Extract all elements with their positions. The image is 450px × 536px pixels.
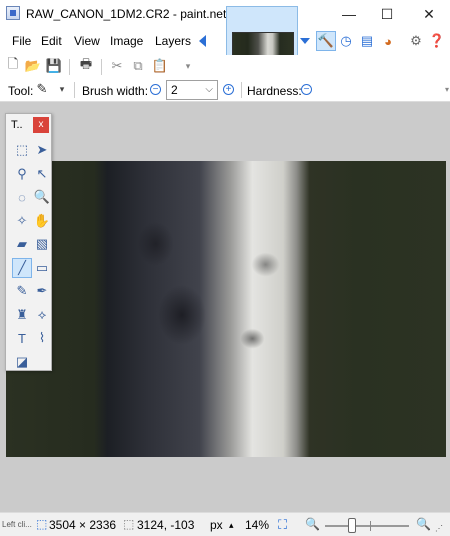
gradient-tool-icon[interactable]: ▧: [32, 234, 52, 254]
menu-image[interactable]: Image: [110, 34, 143, 48]
paint-net-app-icon: [6, 6, 20, 20]
menu-layers[interactable]: Layers: [155, 34, 191, 48]
cursor-position-text: 3124, -103: [137, 518, 195, 532]
help-icon[interactable]: ❓: [427, 31, 447, 51]
image-size-text: 3504 × 2336: [49, 518, 117, 532]
main-toolbar: 🗋 📂 💾 🖶 ✂ ⧉ 📋 ▾: [0, 55, 450, 79]
brush-width-label: Brush width:: [82, 84, 149, 98]
brush-width-increase-icon[interactable]: +: [223, 84, 234, 95]
hardness-decrease-icon[interactable]: −: [301, 84, 312, 95]
toolbar-separator: [241, 82, 242, 98]
eraser-tool-icon[interactable]: ▭: [32, 258, 52, 278]
brush-width-decrease-icon[interactable]: −: [150, 84, 161, 95]
image-canvas[interactable]: [6, 161, 446, 457]
rectangle-select-tool-icon[interactable]: ⬚: [12, 140, 32, 160]
image-list-dropdown-icon[interactable]: [300, 38, 310, 44]
menu-view[interactable]: View: [74, 34, 100, 48]
text-tool-icon[interactable]: T: [12, 328, 32, 348]
tools-window-title: T..: [11, 119, 23, 131]
title-bar: RAW_CANON_1DM2.CR2 - paint.net 4.1 — ☐ ✕: [0, 0, 450, 28]
image-size-icon: ⬚: [36, 517, 48, 531]
window-title: RAW_CANON_1DM2.CR2 - paint.net 4.1: [26, 7, 247, 21]
zoom-slider-tick: [370, 521, 371, 531]
tool-label: Tool:: [8, 84, 34, 98]
tool-dropdown-chevron-icon[interactable]: ▾: [53, 80, 71, 98]
toolbar-separator: [101, 59, 102, 75]
history-window-toggle-icon[interactable]: ◷: [336, 31, 356, 51]
menu-file[interactable]: File: [12, 34, 31, 48]
new-file-icon[interactable]: 🗋: [4, 56, 22, 75]
open-file-icon[interactable]: 📂: [24, 57, 42, 75]
minimize-button[interactable]: —: [332, 0, 366, 28]
pan-tool-icon[interactable]: ✋: [32, 211, 52, 231]
line-curve-tool-icon[interactable]: ⌇: [32, 328, 52, 348]
recolor-tool-icon[interactable]: ⟡: [32, 305, 52, 325]
image-list-scroll-left-icon[interactable]: [199, 35, 206, 47]
close-button[interactable]: ✕: [412, 0, 446, 28]
cursor-position-icon: ⬚: [123, 517, 135, 531]
maximize-button[interactable]: ☐: [370, 0, 404, 28]
brush-width-select[interactable]: 2 ⌵: [166, 80, 218, 100]
move-selected-tool-icon[interactable]: ↖: [32, 164, 52, 184]
ellipse-select-tool-icon[interactable]: ◌: [12, 187, 32, 207]
chevron-down-icon: ⌵: [205, 84, 213, 95]
layers-window-toggle-icon[interactable]: ▤: [357, 31, 377, 51]
brush-width-value: 2: [171, 83, 178, 97]
tools-window: T.. x ⬚ ➤ ⚲ ↖ ◌ 🔍 ✧ ✋ ▰ ▧ ╱ ▭ ✎ ✒ ♜ ⟡ T ⌇ ◪: [5, 113, 52, 371]
options-overflow-chevron-icon[interactable]: ▾: [438, 80, 450, 98]
zoom-level-text[interactable]: 14%: [245, 518, 269, 532]
copy-icon[interactable]: ⧉: [129, 57, 147, 75]
units-dropdown-icon[interactable]: ▴: [229, 520, 234, 531]
menu-edit[interactable]: Edit: [41, 34, 62, 48]
pencil-tool-icon[interactable]: ✎: [12, 281, 32, 301]
paste-icon[interactable]: 📋: [151, 57, 169, 75]
status-bar: Left cli... ⬚ 3504 × 2336 ⬚ 3124, -103 p…: [0, 512, 450, 536]
zoom-in-icon[interactable]: 🔍: [416, 517, 431, 531]
status-hint: Left cli...: [2, 520, 32, 529]
tools-window-toggle-icon[interactable]: 🔨: [316, 31, 336, 51]
zoom-slider-thumb[interactable]: [348, 518, 356, 533]
save-file-icon[interactable]: 💾: [45, 57, 63, 75]
toolbar-separator: [74, 82, 75, 98]
lasso-select-tool-icon[interactable]: ⚲: [12, 164, 32, 184]
paintbrush-tool-icon[interactable]: ╱: [12, 257, 32, 278]
canvas-workspace[interactable]: [0, 102, 450, 512]
paint-bucket-tool-icon[interactable]: ▰: [12, 234, 32, 254]
toolbar-separator: [69, 59, 70, 75]
current-tool-paintbrush-icon[interactable]: ✎: [33, 80, 51, 98]
zoom-out-icon[interactable]: 🔍: [305, 517, 320, 531]
hardness-label: Hardness:: [247, 84, 302, 98]
zoom-tool-icon[interactable]: 🔍: [32, 187, 52, 207]
toolbar-overflow-chevron-icon[interactable]: ▾: [179, 57, 197, 75]
clone-stamp-tool-icon[interactable]: ♜: [12, 305, 32, 325]
cut-icon[interactable]: ✂: [108, 57, 126, 75]
colors-window-toggle-icon[interactable]: ◕: [378, 31, 398, 51]
tools-window-close-button[interactable]: x: [33, 117, 49, 133]
shapes-tool-icon[interactable]: ◪: [12, 352, 32, 372]
magic-wand-tool-icon[interactable]: ✧: [12, 211, 32, 231]
tool-options-bar: Tool: ✎ ▾ Brush width: − + Hardness: − ▾: [0, 79, 450, 102]
settings-gear-icon[interactable]: ⚙: [406, 31, 426, 51]
move-selection-tool-icon[interactable]: ➤: [32, 140, 52, 160]
print-icon[interactable]: 🖶: [77, 56, 95, 75]
zoom-to-window-icon[interactable]: ⛶: [278, 517, 287, 533]
units-selector[interactable]: px: [210, 518, 223, 532]
color-picker-tool-icon[interactable]: ✒: [32, 281, 52, 301]
zoom-slider-track[interactable]: [325, 525, 409, 527]
resize-grip-icon[interactable]: ⋰: [435, 524, 443, 533]
